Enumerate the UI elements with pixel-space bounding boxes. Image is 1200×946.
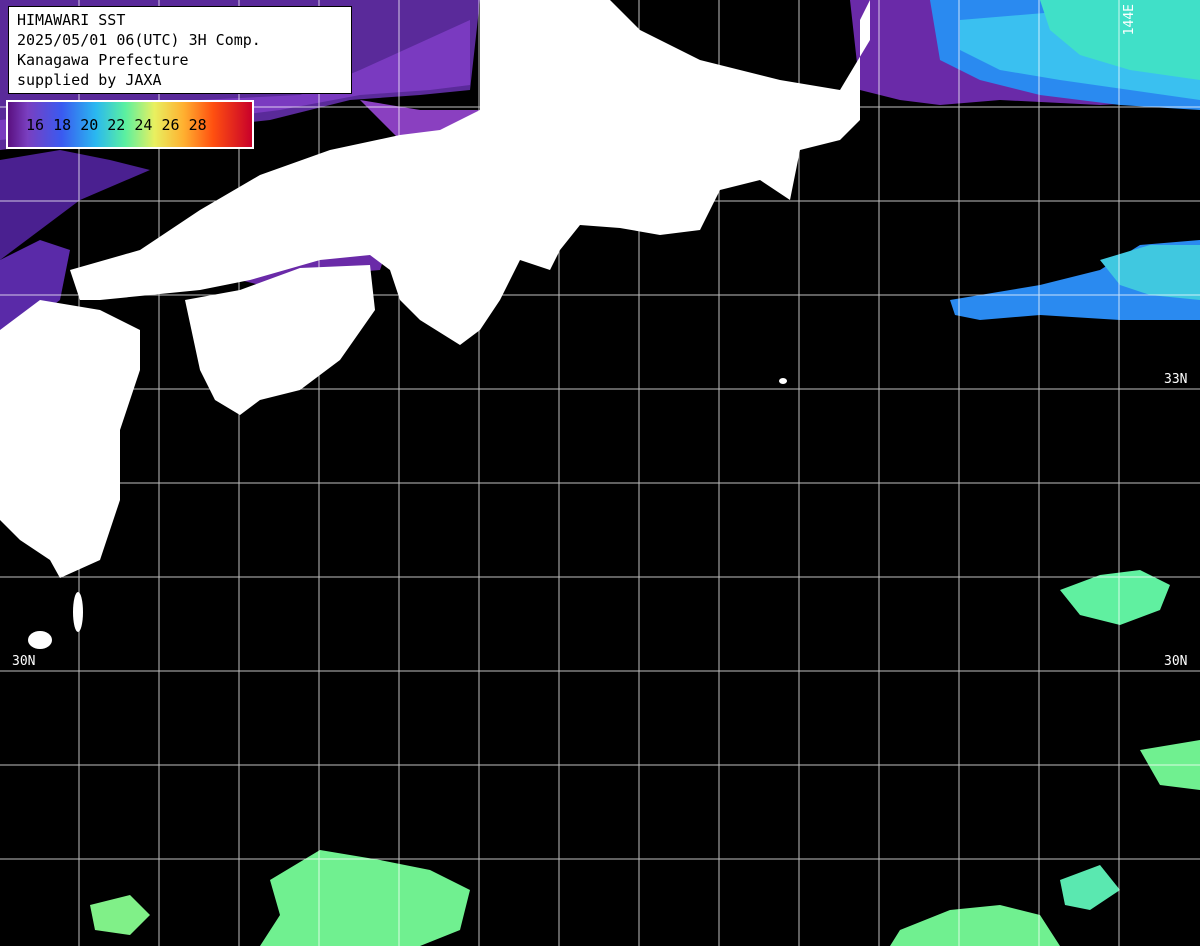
legend-tick: 22	[107, 116, 126, 134]
lat-label-33-right: 33N	[1164, 372, 1188, 387]
legend-tick: 28	[188, 116, 207, 134]
legend-ticks: 16 18 20 22 24 26 28	[26, 116, 207, 134]
region-name: Kanagawa Prefecture	[17, 51, 189, 69]
product-title: HIMAWARI SST	[17, 11, 126, 29]
lon-label-136: 136E	[480, 4, 495, 36]
data-source: supplied by JAXA	[17, 71, 162, 89]
sst-north-east	[850, 0, 1200, 110]
lat-label-30-right: 30N	[1164, 654, 1188, 669]
map-info-box: HIMAWARI SST 2025/05/01 06(UTC) 3H Comp.…	[8, 6, 352, 94]
legend-tick: 20	[80, 116, 99, 134]
observation-time: 2025/05/01 06(UTC) 3H Comp.	[17, 31, 261, 49]
legend-tick: 18	[53, 116, 72, 134]
lon-label-144: 144E	[1122, 4, 1137, 36]
legend-tick: 16	[26, 116, 45, 134]
lat-label-33-left: 33	[12, 372, 28, 387]
legend-tick: 26	[161, 116, 180, 134]
sst-color-legend: 16 18 20 22 24 26 28	[6, 100, 254, 149]
legend-tick: 24	[134, 116, 153, 134]
lat-label-30-left: 30N	[12, 654, 36, 669]
